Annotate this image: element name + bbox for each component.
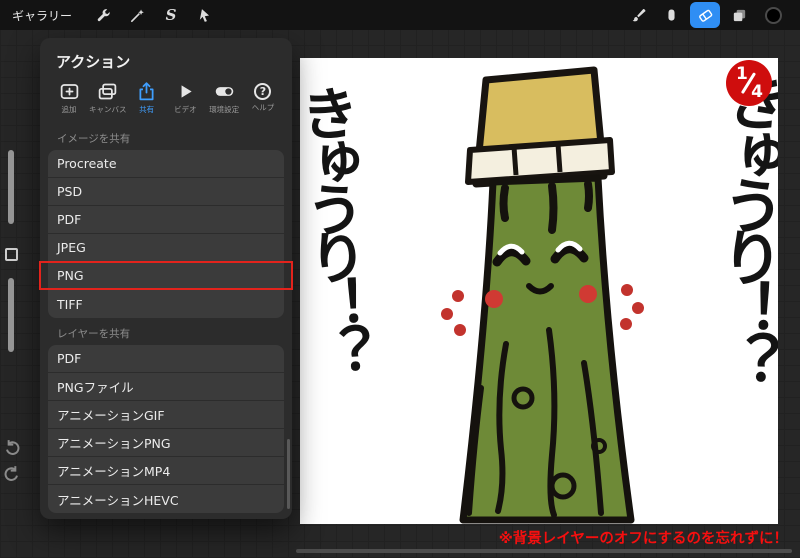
canvas-area[interactable]: きゅうり！？ きゅうり！？	[300, 58, 778, 524]
selection-button[interactable]: S	[156, 2, 186, 28]
transform-button[interactable]	[190, 2, 220, 28]
tab-video[interactable]: ビデオ	[166, 81, 204, 115]
tab-label: ヘルプ	[251, 103, 275, 112]
color-button[interactable]	[758, 2, 788, 28]
layers-icon	[733, 9, 745, 21]
option-label: TIFF	[57, 296, 83, 312]
smudge-finger-icon	[667, 8, 675, 21]
share-option-layer-pdf[interactable]: PDF	[48, 345, 284, 373]
option-label: Procreate	[57, 156, 117, 171]
option-label: アニメーションPNG	[57, 436, 171, 451]
opacity-slider[interactable]	[8, 278, 14, 352]
tab-label: ビデオ	[174, 105, 197, 114]
toggle-icon	[215, 87, 233, 96]
eraser-icon	[698, 9, 712, 22]
brush-size-slider[interactable]	[8, 150, 14, 224]
option-label: アニメーションHEVC	[57, 492, 179, 508]
option-label: PNGファイル	[57, 380, 134, 395]
option-label: アニメーションMP4	[57, 464, 171, 479]
actions-panel: アクション 追加 キャンバス 共有 ビデオ 環境設定 ? ヘルプ イメージを共有…	[39, 38, 293, 519]
share-option-png[interactable]: PNG	[39, 261, 293, 290]
tab-label: 共有	[139, 105, 155, 114]
tab-label: 環境設定	[209, 105, 240, 114]
tab-help[interactable]: ? ヘルプ	[244, 81, 282, 115]
panel-scrollbar[interactable]	[287, 439, 290, 509]
eraser-button[interactable]	[690, 2, 720, 28]
artwork-text-right: きゅうり！？	[705, 68, 778, 384]
share-option-procreate[interactable]: Procreate	[48, 150, 284, 178]
annotation-note: ※背景レイヤーのオフにするのを忘れずに！	[498, 531, 788, 547]
panel-tabs: 追加 キャンバス 共有 ビデオ 環境設定 ? ヘルプ	[40, 81, 292, 123]
badge-current: 1	[736, 64, 748, 84]
option-label: PDF	[57, 212, 82, 227]
share-option-animated-mp4[interactable]: アニメーションMP4	[48, 457, 284, 485]
option-label: アニメーションGIF	[57, 408, 165, 423]
redo-icon[interactable]	[2, 464, 22, 484]
layers-button[interactable]	[724, 2, 754, 28]
tab-canvas[interactable]: キャンバス	[89, 81, 127, 115]
canvas-icon	[99, 83, 117, 100]
option-label: PNG	[57, 268, 84, 283]
magic-wand-icon	[130, 8, 144, 22]
brush-icon	[632, 8, 645, 21]
share-option-animated-png[interactable]: アニメーションPNG	[48, 429, 284, 457]
cucumber-cap	[465, 66, 615, 188]
top-toolbar: ギャラリー S	[0, 0, 800, 30]
wrench-icon	[97, 8, 110, 21]
tab-share[interactable]: 共有	[128, 81, 166, 115]
adjustments-button[interactable]	[122, 2, 152, 28]
share-icon	[139, 82, 154, 101]
smudge-button[interactable]	[656, 2, 686, 28]
artwork-text-left: きゅうり！？	[300, 82, 373, 374]
section-header-layer-share: レイヤーを共有	[57, 328, 131, 340]
image-share-group: Procreate PSD PDF JPEG PNG TIFF	[39, 150, 293, 318]
bottom-scrollbar[interactable]	[296, 549, 792, 553]
share-option-animated-gif[interactable]: アニメーションGIF	[48, 401, 284, 429]
tab-label: 追加	[61, 105, 77, 114]
tab-preferences[interactable]: 環境設定	[205, 81, 243, 115]
selection-icon: S	[165, 6, 177, 24]
layer-share-group: PDF PNGファイル アニメーションGIF アニメーションPNG アニメーショ…	[48, 345, 284, 513]
modify-button[interactable]	[5, 248, 18, 261]
share-option-png-files[interactable]: PNGファイル	[48, 373, 284, 401]
tab-add[interactable]: 追加	[50, 81, 88, 115]
tab-label: キャンバス	[89, 105, 127, 114]
transform-cursor-icon	[199, 8, 209, 22]
help-icon: ?	[254, 83, 272, 100]
section-header-image-share: イメージを共有	[57, 133, 131, 145]
color-swatch	[764, 6, 782, 24]
share-option-jpeg[interactable]: JPEG	[48, 234, 284, 262]
canvas-artwork	[441, 66, 644, 524]
page-indicator-badge: 1 4	[726, 60, 772, 106]
share-option-tiff[interactable]: TIFF	[48, 290, 284, 318]
share-option-pdf[interactable]: PDF	[48, 206, 284, 234]
option-label: JPEG	[57, 240, 86, 255]
share-option-animated-hevc[interactable]: アニメーションHEVC	[48, 485, 284, 513]
panel-title: アクション	[56, 53, 131, 71]
gallery-button[interactable]: ギャラリー	[0, 7, 86, 24]
play-icon	[181, 85, 192, 98]
share-option-psd[interactable]: PSD	[48, 178, 284, 206]
cucumber-body	[459, 174, 635, 524]
add-icon	[60, 84, 78, 99]
brush-button[interactable]	[622, 2, 652, 28]
option-label: PDF	[57, 351, 82, 366]
undo-icon[interactable]	[2, 438, 22, 458]
actions-button[interactable]	[88, 2, 118, 28]
badge-total: 4	[751, 82, 763, 102]
option-label: PSD	[57, 184, 83, 199]
